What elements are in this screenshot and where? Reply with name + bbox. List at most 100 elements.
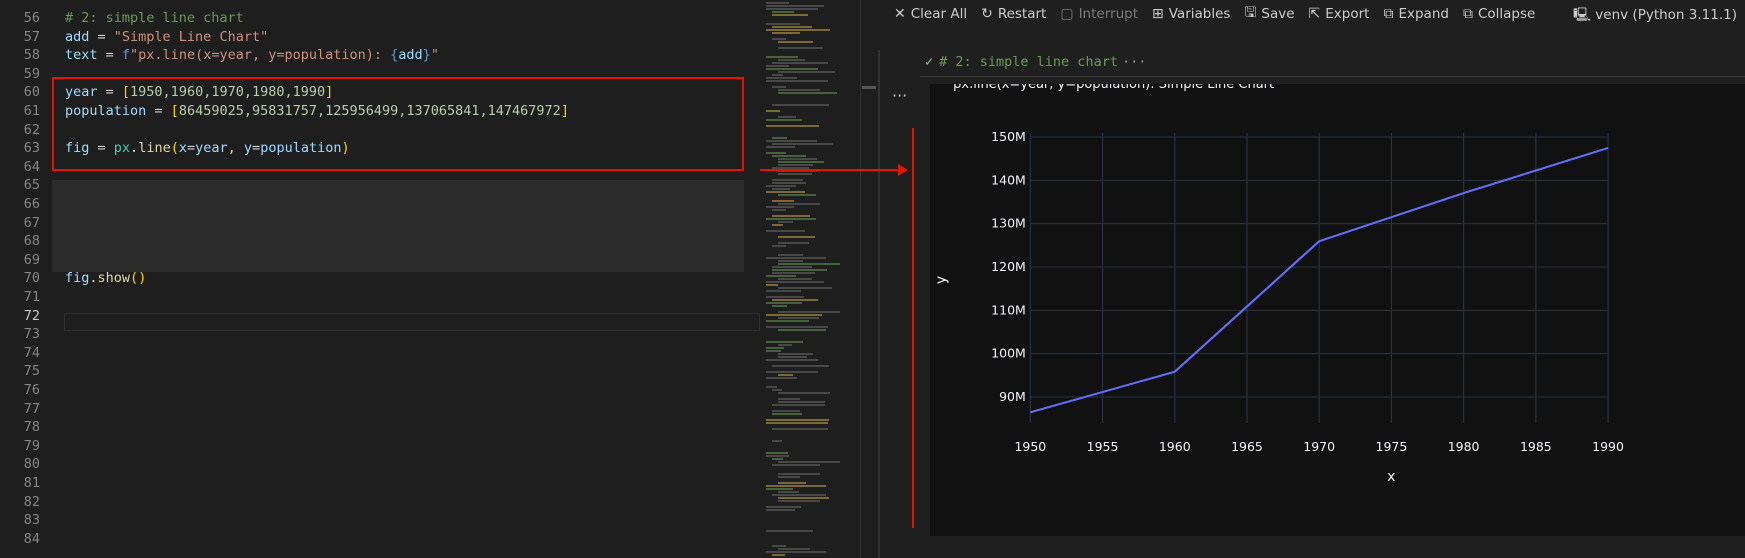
- plotly-chart[interactable]: 1950 1955 1960 1965 1970 1975 1980 1985 1990 90M 1…: [930, 84, 1745, 536]
- code-line[interactable]: 66: [0, 195, 760, 213]
- code-line[interactable]: 73: [0, 325, 760, 343]
- code-line[interactable]: 71: [0, 288, 760, 306]
- expand-button[interactable]: ⧉ Expand: [1383, 6, 1449, 22]
- x-tick-label: 1980: [1448, 439, 1480, 454]
- line-number: 75: [23, 363, 40, 380]
- restart-button[interactable]: ↻ Restart: [981, 6, 1046, 22]
- code-text: fig = px.line(x=year, y=population): [65, 139, 350, 157]
- code-token: .: [130, 140, 139, 157]
- line-number: 67: [23, 214, 40, 231]
- scrollbar-thumb[interactable]: [862, 86, 876, 89]
- y-tick-label: 90M: [999, 389, 1026, 404]
- code-line[interactable]: 68: [0, 232, 760, 250]
- code-token: [: [170, 103, 179, 119]
- code-line[interactable]: 56 # 2: simple line chart: [0, 9, 760, 27]
- minimap-line: [766, 509, 795, 511]
- output-menu-icon[interactable]: ···: [892, 86, 907, 105]
- code-token: "Simple Line Chart": [113, 28, 269, 45]
- code-token: fig: [65, 270, 90, 287]
- save-button[interactable]: 🖫 Save: [1244, 2, 1294, 26]
- line-number: 77: [23, 400, 40, 417]
- code-line[interactable]: 82: [0, 493, 760, 511]
- export-button[interactable]: ⇱ Export: [1309, 6, 1370, 22]
- code-line[interactable]: 74: [0, 344, 760, 362]
- code-line[interactable]: 77: [0, 400, 760, 418]
- x-tick-label: 1985: [1520, 439, 1552, 454]
- collapse-label: Collapse: [1477, 6, 1536, 22]
- clear-all-button[interactable]: ✕ Clear All: [894, 6, 967, 22]
- interrupt-button[interactable]: ▢ Interrupt: [1060, 6, 1138, 22]
- minimap-line: [772, 458, 783, 460]
- pane-divider[interactable]: [878, 50, 880, 558]
- collapse-button[interactable]: ⧉ Collapse: [1463, 6, 1535, 22]
- code-line[interactable]: 69: [0, 251, 760, 269]
- minimap-line: [766, 29, 830, 31]
- code-text: text = f"px.line(x=year, y=population): …: [65, 46, 439, 64]
- minimap-line: [778, 548, 810, 550]
- x-tick-label: 1965: [1231, 439, 1263, 454]
- code-token: ,: [227, 140, 244, 157]
- kernel-picker[interactable]: 🖳 venv (Python 3.11.1): [1573, 5, 1737, 28]
- line-number: 65: [23, 177, 40, 194]
- cell-header[interactable]: ✓ # 2: simple line chart ···: [925, 54, 1146, 70]
- minimap-line: [772, 155, 806, 157]
- code-line[interactable]: 64: [0, 158, 760, 176]
- minimap-line: [766, 185, 796, 187]
- minimap-line: [772, 245, 786, 247]
- code-token: f: [121, 47, 131, 64]
- code-line[interactable]: 81: [0, 474, 760, 492]
- line-number: 64: [23, 158, 40, 175]
- code-line[interactable]: 78: [0, 418, 760, 436]
- code-line[interactable]: 67: [0, 214, 760, 232]
- chart-svg[interactable]: 1950 1955 1960 1965 1970 1975 1980 1985 1990 90M 1…: [930, 84, 1745, 536]
- code-token: population: [65, 103, 147, 119]
- code-line[interactable]: 75: [0, 362, 760, 380]
- line-number: 57: [23, 28, 40, 45]
- code-line[interactable]: 57 add = "Simple Line Chart": [0, 28, 760, 46]
- minimap-line: [772, 545, 786, 547]
- code-editor[interactable]: 56 # 2: simple line chart 57 add = "Simple …: [0, 0, 760, 558]
- minimap-line: [766, 377, 797, 379]
- minimap-line: [778, 161, 824, 163]
- code-line[interactable]: 80: [0, 455, 760, 473]
- code-line[interactable]: 58 text = f"px.line(x=year, y=population)…: [0, 46, 760, 64]
- code-line[interactable]: 76: [0, 381, 760, 399]
- minimap-line: [766, 314, 822, 316]
- minimap-line: [772, 137, 787, 139]
- code-line[interactable]: 61 population = [86459025,95831757,125956…: [0, 102, 760, 120]
- code-line[interactable]: 70 fig.show(): [0, 269, 760, 287]
- minimap-line: [766, 341, 803, 343]
- code-token: =: [89, 28, 114, 45]
- code-line[interactable]: 84: [0, 530, 760, 548]
- line-number: 58: [23, 47, 40, 64]
- code-line[interactable]: 79: [0, 437, 760, 455]
- cell-more-icon[interactable]: ···: [1122, 54, 1146, 70]
- cell-header-text: # 2: simple line chart: [939, 54, 1118, 70]
- minimap-line: [772, 86, 786, 88]
- minimap-line: [778, 164, 813, 166]
- editor-scrollbar[interactable]: [860, 0, 879, 558]
- minimap-line: [772, 305, 787, 307]
- code-line[interactable]: 63 fig = px.line(x=year, y=population): [0, 139, 760, 157]
- code-text: year = [1950,1960,1970,1980,1990]: [65, 83, 333, 101]
- minimap-line: [772, 224, 783, 226]
- variables-button[interactable]: ⊞ Variables: [1152, 6, 1230, 22]
- code-line[interactable]: 59: [0, 65, 760, 83]
- code-line[interactable]: 62: [0, 121, 760, 139]
- code-line[interactable]: 72: [0, 307, 760, 325]
- code-line[interactable]: 60 year = [1950,1960,1970,1980,1990]: [0, 83, 760, 101]
- minimap[interactable]: [760, 0, 860, 558]
- minimap-line: [778, 353, 813, 355]
- minimap-line: [766, 119, 802, 121]
- variables-icon: ⊞: [1152, 6, 1164, 22]
- minimap-line: [772, 365, 829, 367]
- minimap-line: [778, 473, 820, 475]
- minimap-line: [772, 143, 833, 145]
- code-line[interactable]: 65: [0, 176, 760, 194]
- code-line[interactable]: 83: [0, 511, 760, 529]
- line-number: 82: [23, 493, 40, 510]
- minimap-line: [766, 347, 784, 349]
- line-number: 56: [23, 10, 40, 26]
- minimap-line: [766, 230, 805, 232]
- minimap-line: [778, 497, 829, 499]
